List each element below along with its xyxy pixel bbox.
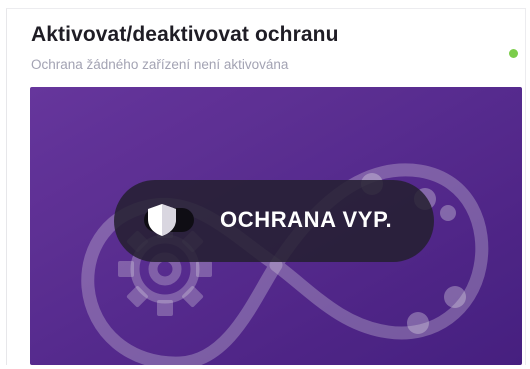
shield-icon <box>148 204 176 236</box>
protection-toggle-button[interactable]: OCHRANA VYP. <box>114 180 434 262</box>
page: Aktivovat/deaktivovat ochranu Ochrana žá… <box>0 0 530 369</box>
protection-card: Aktivovat/deaktivovat ochranu Ochrana žá… <box>6 8 526 365</box>
protection-switch[interactable] <box>144 204 194 236</box>
protection-toggle-label: OCHRANA VYP. <box>220 207 393 232</box>
card-title: Aktivovat/deaktivovat ochranu <box>31 23 339 46</box>
protection-banner: OCHRANA VYP. <box>30 87 522 365</box>
card-subtitle: Ochrana žádného zařízení není aktivována <box>31 57 289 72</box>
status-indicator-dot <box>509 49 518 58</box>
